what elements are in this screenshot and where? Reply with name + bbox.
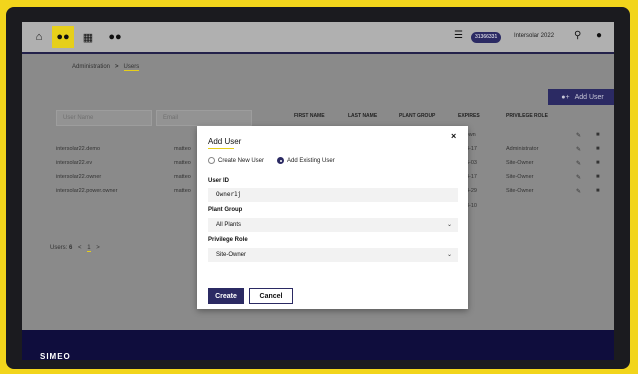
- privilege-role-value: Site-Owner: [216, 252, 247, 258]
- add-user-icon: ●+: [561, 93, 570, 101]
- edit-icon[interactable]: ✎: [576, 174, 581, 181]
- user-id-field[interactable]: Owner1j: [208, 188, 458, 202]
- page-1-button[interactable]: 1: [87, 245, 91, 252]
- header-first-name[interactable]: FIRST NAME: [294, 113, 325, 119]
- cell-user-name: intersolar22.power.owner: [56, 188, 118, 194]
- header-plant-group[interactable]: PLANT GROUP: [399, 113, 435, 119]
- site-badge: 31366331: [471, 32, 502, 43]
- privilege-role-select[interactable]: Site-Owner ⌄: [208, 248, 458, 262]
- cell-role: Site-Owner: [506, 174, 534, 180]
- users-count: 6: [69, 245, 73, 251]
- radio-add-existing-user[interactable]: Add Existing User: [277, 157, 335, 164]
- search-icon[interactable]: ⚲: [574, 30, 581, 41]
- cell-user-name: intersolar22.owner: [56, 174, 102, 180]
- cell-role: Site-Owner: [506, 188, 534, 194]
- dialog-title: Add User: [208, 137, 242, 146]
- prev-page-button[interactable]: <: [78, 245, 82, 251]
- cell-role: Site-Owner: [506, 160, 534, 166]
- radio-create-new-user[interactable]: Create New User: [208, 157, 264, 164]
- header-last-name[interactable]: LAST NAME: [348, 113, 377, 119]
- next-page-button[interactable]: >: [96, 245, 100, 251]
- group-icon[interactable]: ●●: [106, 29, 124, 45]
- grid-icon[interactable]: ▦: [79, 29, 97, 45]
- radio-create-new-label: Create New User: [218, 157, 265, 164]
- top-navigation: ⌂ ●● ▦ ●● ☰ 31366331 Intersolar 2022 ⚲ ●: [22, 22, 614, 54]
- user-id-value: Owner1j: [216, 191, 242, 198]
- edit-icon[interactable]: ✎: [576, 188, 581, 195]
- app-screen: ⌂ ●● ▦ ●● ☰ 31366331 Intersolar 2022 ⚲ ●…: [22, 22, 614, 360]
- home-icon[interactable]: ⌂: [30, 29, 48, 45]
- device-frame: ⌂ ●● ▦ ●● ☰ 31366331 Intersolar 2022 ⚲ ●…: [6, 7, 630, 369]
- cell-email: matteo: [174, 188, 191, 194]
- title-underline: [208, 148, 234, 149]
- edit-icon[interactable]: ✎: [576, 146, 581, 153]
- privilege-role-label: Privilege Role: [208, 237, 248, 243]
- delete-icon[interactable]: ■: [596, 188, 600, 194]
- add-user-label: Add User: [574, 93, 604, 101]
- email-filter[interactable]: Email: [156, 110, 252, 126]
- delete-icon[interactable]: ■: [596, 174, 600, 180]
- cancel-button[interactable]: Cancel: [249, 288, 293, 304]
- pagination: Users: 6 < 1 >: [50, 245, 100, 252]
- users-icon[interactable]: ●●: [52, 26, 74, 48]
- radio-checked-icon: [277, 157, 284, 164]
- close-icon[interactable]: ×: [451, 131, 456, 141]
- breadcrumb-root[interactable]: Administration: [72, 64, 110, 70]
- delete-icon[interactable]: ■: [596, 160, 600, 166]
- site-name[interactable]: Intersolar 2022: [514, 33, 554, 39]
- cell-email: matteo: [174, 146, 191, 152]
- cell-email: matteo: [174, 160, 191, 166]
- list-icon[interactable]: ☰: [454, 30, 463, 41]
- delete-icon[interactable]: ■: [596, 146, 600, 152]
- add-user-dialog: Add User × Create New User Add Existing …: [197, 126, 468, 309]
- radio-unchecked-icon: [208, 157, 215, 164]
- cell-email: matteo: [174, 174, 191, 180]
- account-icon[interactable]: ●: [596, 30, 602, 41]
- create-button[interactable]: Create: [208, 288, 244, 304]
- chevron-down-icon: ⌄: [446, 222, 452, 228]
- user-id-label: User ID: [208, 178, 230, 184]
- footer: SIMEO: [22, 330, 614, 360]
- cell-role: Administrator: [506, 146, 539, 152]
- header-privilege-role[interactable]: PRIVILEGE ROLE: [506, 113, 548, 119]
- delete-icon[interactable]: ■: [596, 132, 600, 138]
- add-user-button[interactable]: ●+ Add User: [548, 89, 614, 105]
- plant-group-label: Plant Group: [208, 207, 243, 213]
- footer-logo: SIMEO: [40, 352, 71, 360]
- header-expires[interactable]: EXPIRES: [458, 113, 480, 119]
- edit-icon[interactable]: ✎: [576, 132, 581, 139]
- breadcrumb-separator: >: [115, 64, 119, 70]
- plant-group-value: All Plants: [216, 222, 242, 228]
- breadcrumb-current: Users: [123, 64, 140, 71]
- edit-icon[interactable]: ✎: [576, 160, 581, 167]
- breadcrumb: Administration > Users: [72, 64, 140, 71]
- radio-add-existing-label: Add Existing User: [287, 157, 335, 164]
- username-filter[interactable]: User Name: [56, 110, 152, 126]
- cell-user-name: intersolar22.demo: [56, 146, 101, 152]
- cell-user-name: intersolar22.ev: [56, 160, 93, 166]
- chevron-down-icon: ⌄: [446, 252, 452, 258]
- users-count-label: Users:: [50, 245, 68, 251]
- plant-group-select[interactable]: All Plants ⌄: [208, 218, 458, 232]
